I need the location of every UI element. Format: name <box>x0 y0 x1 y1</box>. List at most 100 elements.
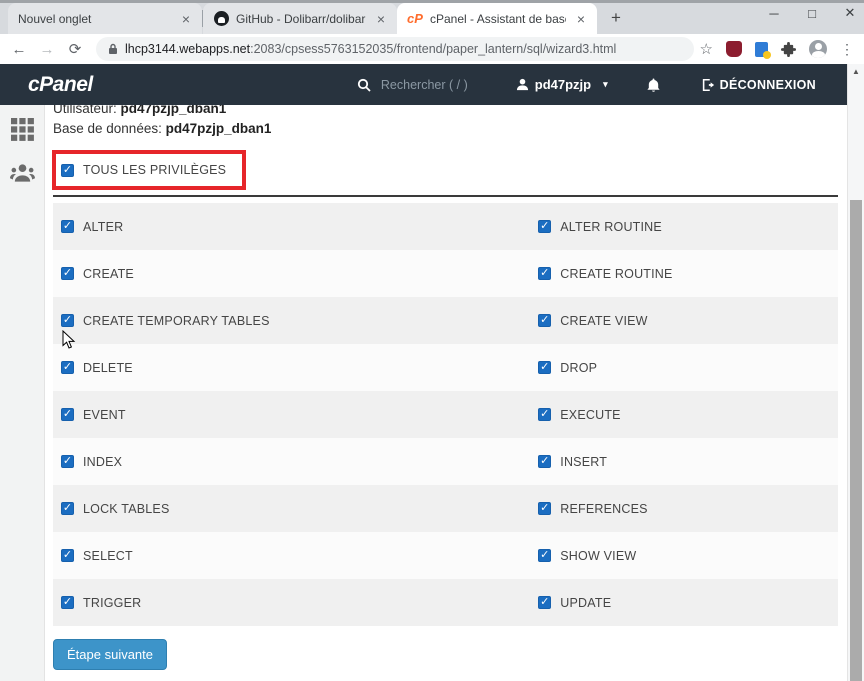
privilege-item[interactable]: ✓CREATE VIEW <box>530 314 838 328</box>
url-text: lhcp3144.webapps.net:2083/cpsess57631520… <box>125 42 616 56</box>
users-group-icon[interactable] <box>10 163 35 183</box>
table-row: ✓ALTER ✓ALTER ROUTINE <box>53 203 838 250</box>
table-row: ✓DELETE ✓DROP <box>53 344 838 391</box>
bookmark-star-icon[interactable]: ☆ <box>700 40 713 58</box>
checkbox[interactable]: ✓ <box>538 220 551 233</box>
privilege-item[interactable]: ✓DELETE <box>53 361 530 375</box>
database-value: pd47pzjp_dban1 <box>166 121 272 136</box>
logout-button[interactable]: DÉCONNEXION <box>701 78 816 92</box>
privilege-item[interactable]: ✓REFERENCES <box>530 502 838 516</box>
chevron-down-icon: ▾ <box>603 79 608 90</box>
table-row: ✓TRIGGER ✓UPDATE <box>53 579 838 626</box>
search-icon <box>357 78 371 92</box>
privilege-item[interactable]: ✓LOCK TABLES <box>53 502 530 516</box>
tab-close-icon[interactable]: × <box>178 11 194 27</box>
checkbox[interactable]: ✓ <box>61 267 74 280</box>
tab-title: Nouvel onglet <box>18 12 171 26</box>
window-controls: ─ □ ✕ <box>766 5 858 21</box>
checkbox[interactable]: ✓ <box>538 455 551 468</box>
forward-icon[interactable]: → <box>36 41 58 58</box>
checkbox[interactable]: ✓ <box>538 314 551 327</box>
left-sidebar <box>0 105 45 681</box>
privilege-item[interactable]: ✓INSERT <box>530 455 838 469</box>
reload-icon[interactable]: ⟳ <box>64 40 86 58</box>
table-row: ✓SELECT ✓SHOW VIEW <box>53 532 838 579</box>
notifications-bell-icon[interactable] <box>646 77 661 93</box>
privilege-item[interactable]: ✓ALTER <box>53 220 530 234</box>
tab-github[interactable]: GitHub - Dolibarr/dolibarr: Dolib × <box>203 3 397 34</box>
privilege-item[interactable]: ✓TRIGGER <box>53 596 530 610</box>
table-row: ✓EVENT ✓EXECUTE <box>53 391 838 438</box>
tab-title: cPanel - Assistant de base de do <box>430 12 566 26</box>
scrollbar-thumb[interactable] <box>850 200 862 681</box>
all-privileges-highlight-box: ✓ TOUS LES PRIVILÈGES <box>52 150 246 190</box>
page-body: Utilisateur: pd47pzjp_dban1 Base de donn… <box>0 105 864 681</box>
privilege-item[interactable]: ✓ALTER ROUTINE <box>530 220 838 234</box>
tab-close-icon[interactable]: × <box>373 11 389 27</box>
puzzle-extensions-icon[interactable] <box>781 42 796 57</box>
url-host: lhcp3144.webapps.net <box>125 42 250 56</box>
privilege-item[interactable]: ✓CREATE ROUTINE <box>530 267 838 281</box>
maximize-button[interactable]: □ <box>804 6 820 21</box>
privilege-item[interactable]: ✓SELECT <box>53 549 530 563</box>
tab-cpanel-active[interactable]: cP cPanel - Assistant de base de do × <box>397 3 597 34</box>
privilege-item[interactable]: ✓CREATE <box>53 267 530 281</box>
page-scrollbar[interactable]: ▲ <box>847 64 864 681</box>
privilege-item[interactable]: ✓UPDATE <box>530 596 838 610</box>
profile-avatar[interactable] <box>809 40 827 58</box>
checkbox[interactable]: ✓ <box>538 267 551 280</box>
apps-grid-icon[interactable] <box>11 118 34 141</box>
database-label: Base de données: <box>53 121 166 136</box>
new-tab-button[interactable]: + <box>603 5 629 31</box>
username: pd47pzjp <box>535 77 591 92</box>
scrollbar-up-arrow[interactable]: ▲ <box>848 64 864 79</box>
header-search[interactable]: Rechercher ( / ) <box>357 78 468 92</box>
toolbar-right: ☆ ⋮ <box>700 40 856 58</box>
minimize-button[interactable]: ─ <box>766 6 782 21</box>
user-info-line: Utilisateur: pd47pzjp_dban1 <box>53 105 838 118</box>
checkbox[interactable]: ✓ <box>61 408 74 421</box>
privilege-item[interactable]: ✓DROP <box>530 361 838 375</box>
checkbox[interactable]: ✓ <box>61 596 74 609</box>
checkbox[interactable]: ✓ <box>61 549 74 562</box>
checkbox[interactable]: ✓ <box>61 361 74 374</box>
browser-menu-icon[interactable]: ⋮ <box>840 41 854 58</box>
table-row: ✓CREATE ✓CREATE ROUTINE <box>53 250 838 297</box>
privileges-table: ✓ALTER ✓ALTER ROUTINE ✓CREATE ✓CREATE RO… <box>53 203 838 626</box>
tab-close-icon[interactable]: × <box>573 11 589 27</box>
privilege-item[interactable]: ✓CREATE TEMPORARY TABLES <box>53 314 530 328</box>
checkbox[interactable]: ✓ <box>61 220 74 233</box>
url-path: :2083/cpsess5763152035/frontend/paper_la… <box>250 42 616 56</box>
tab-nouvel-onglet[interactable]: Nouvel onglet × <box>8 3 202 34</box>
logout-label: DÉCONNEXION <box>720 78 816 92</box>
checkbox[interactable]: ✓ <box>61 314 74 327</box>
privilege-item[interactable]: ✓SHOW VIEW <box>530 549 838 563</box>
github-icon <box>213 11 229 27</box>
privilege-item[interactable]: ✓EVENT <box>53 408 530 422</box>
user-label: Utilisateur: <box>53 105 121 116</box>
close-window-button[interactable]: ✕ <box>842 5 858 21</box>
table-row: ✓INDEX ✓INSERT <box>53 438 838 485</box>
checkbox[interactable]: ✓ <box>61 502 74 515</box>
all-privileges-label[interactable]: TOUS LES PRIVILÈGES <box>83 163 226 177</box>
user-icon <box>516 78 529 91</box>
next-step-button[interactable]: Étape suivante <box>53 639 167 670</box>
checkbox[interactable]: ✓ <box>538 596 551 609</box>
checkbox[interactable]: ✓ <box>538 361 551 374</box>
checkbox[interactable]: ✓ <box>538 502 551 515</box>
checkbox[interactable]: ✓ <box>538 549 551 562</box>
blue-doc-extension-icon[interactable] <box>755 42 768 57</box>
user-menu[interactable]: pd47pzjp ▾ <box>516 77 608 92</box>
checkbox[interactable]: ✓ <box>538 408 551 421</box>
cpanel-header-right: Rechercher ( / ) pd47pzjp ▾ DÉCONNEXION <box>357 77 836 93</box>
cpanel-header: cPanel Rechercher ( / ) pd47pzjp ▾ <box>0 64 864 105</box>
checkbox[interactable]: ✓ <box>61 455 74 468</box>
ublock-extension-icon[interactable] <box>726 41 742 57</box>
all-privileges-checkbox[interactable]: ✓ <box>61 164 74 177</box>
privilege-item[interactable]: ✓INDEX <box>53 455 530 469</box>
cpanel-logo: cPanel <box>28 73 93 97</box>
browser-tab-strip: Nouvel onglet × GitHub - Dolibarr/doliba… <box>0 0 864 34</box>
back-icon[interactable]: ← <box>8 41 30 58</box>
address-bar[interactable]: lhcp3144.webapps.net:2083/cpsess57631520… <box>96 37 694 61</box>
privilege-item[interactable]: ✓EXECUTE <box>530 408 838 422</box>
